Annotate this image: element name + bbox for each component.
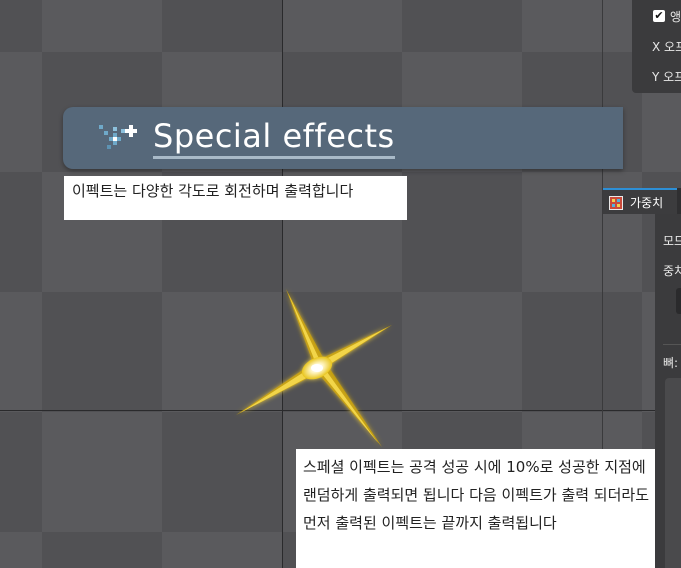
weight-label: 중치 <box>663 264 681 278</box>
y-axis-guide <box>282 0 283 568</box>
weight-field[interactable] <box>676 288 681 314</box>
rotation-caption: 이펙트는 다양한 각도로 회전하며 출력합니다 <box>64 176 407 220</box>
checkbox-label: 앵 <box>670 10 681 24</box>
banner-title: Special effects <box>153 117 395 159</box>
trigger-caption: 스페셜 이펙트는 공격 성공 시에 10%로 성공한 지점에 랜덤하게 출력되면… <box>296 449 666 568</box>
weights-panel-body: 모드 중치 뼈: <box>655 214 681 568</box>
divider <box>663 344 681 345</box>
tab-weights-label: 가중치 <box>630 196 664 210</box>
x-offset-label: X 오프 <box>652 40 681 54</box>
inspector-panel-top: ✔ 앵 X 오프 Y 오프 <box>632 0 681 93</box>
sparkle-effect <box>236 289 392 447</box>
weights-grid-icon <box>609 195 623 210</box>
special-effects-banner: Special effects <box>63 107 623 169</box>
checkbox-icon[interactable]: ✔ <box>653 10 665 22</box>
y-offset-label: Y 오프 <box>652 70 681 84</box>
connected-nodes-icon <box>99 123 145 161</box>
mode-label: 모드 <box>663 234 681 248</box>
bones-label: 뼈: <box>663 356 679 370</box>
tab-weights[interactable]: 가중치 <box>603 188 677 214</box>
canvas-viewport[interactable]: Special effects 이펙트는 다양한 각도로 회전하며 출력합니다 <box>0 0 681 568</box>
bones-list[interactable] <box>665 378 681 568</box>
